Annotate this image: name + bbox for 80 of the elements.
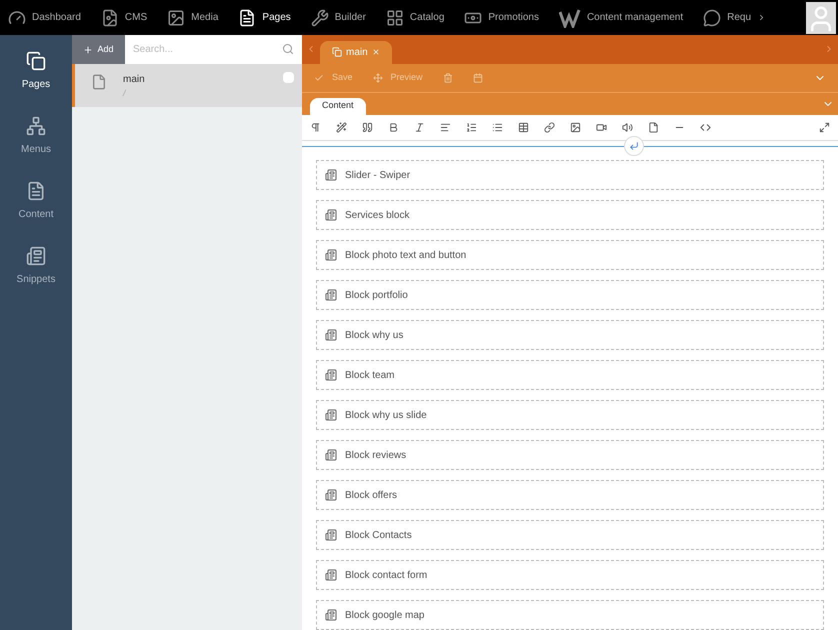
content-tab[interactable]: Content (310, 98, 366, 115)
block-icon (325, 569, 337, 582)
block-icon (325, 449, 337, 462)
file-icon[interactable] (648, 122, 659, 133)
content-block[interactable]: Block why us slide (316, 400, 824, 430)
content-block[interactable]: Block why us (316, 320, 824, 350)
chat-icon (703, 8, 722, 26)
nav-item[interactable]: Catalog (386, 8, 444, 26)
checkbox[interactable] (283, 72, 294, 83)
sidebar-item[interactable]: Snippets (16, 246, 56, 287)
block-icon (325, 169, 337, 182)
sidebar-item[interactable]: Content (18, 181, 54, 222)
quote-icon[interactable] (362, 122, 373, 133)
content-block[interactable]: Slider - Swiper (316, 160, 824, 190)
content-block[interactable]: Block Contacts (316, 520, 824, 550)
fullscreen-icon[interactable] (819, 122, 830, 133)
document-icon (238, 8, 256, 26)
nav-item[interactable]: Builder (310, 8, 366, 26)
block-icon (325, 489, 337, 502)
add-button[interactable]: Add (72, 35, 125, 64)
grid-icon (386, 8, 404, 26)
pages-icon (332, 47, 342, 58)
content-block[interactable]: Block portfolio (316, 280, 824, 310)
block-icon (325, 529, 337, 542)
list-icon[interactable] (492, 122, 503, 133)
image-icon[interactable] (570, 122, 581, 133)
italic-icon[interactable] (414, 122, 425, 133)
content-block[interactable]: Block contact form (316, 560, 824, 590)
sidebar-item[interactable]: Pages (22, 51, 50, 92)
page-title: main (123, 73, 146, 87)
move-icon (372, 72, 383, 83)
block-icon (325, 289, 337, 302)
paragraph-icon[interactable] (310, 122, 321, 133)
video-icon[interactable] (596, 122, 607, 133)
content-block[interactable]: Block reviews (316, 440, 824, 470)
bold-icon[interactable] (388, 122, 399, 133)
sidebar-item[interactable]: Menus (20, 116, 51, 157)
check-icon (314, 72, 324, 83)
newspaper-icon (26, 246, 46, 266)
close-icon[interactable] (372, 48, 380, 56)
code-icon[interactable] (700, 122, 711, 133)
wand-icon[interactable] (336, 122, 347, 133)
document-icon (100, 8, 119, 26)
document-icon (91, 74, 107, 90)
nav-item[interactable]: Media (167, 8, 218, 26)
content-block[interactable]: Block photo text and button (316, 240, 824, 270)
search-icon (282, 43, 294, 55)
content-block[interactable]: Services block (316, 200, 824, 230)
w-logo-icon (558, 8, 581, 28)
block-icon (325, 609, 337, 622)
nav-item[interactable]: Requ (703, 8, 766, 26)
nav-item[interactable]: Pages (238, 8, 291, 26)
sitemap-icon (26, 116, 46, 136)
content-block[interactable]: Block offers (316, 480, 824, 510)
page-path: / (123, 87, 128, 100)
page-list-item[interactable]: main / (72, 64, 302, 107)
document-icon (26, 181, 46, 201)
block-icon (325, 209, 337, 222)
block-icon (325, 249, 337, 262)
block-icon (325, 409, 337, 422)
avatar[interactable] (806, 2, 836, 34)
pages-icon (26, 51, 46, 71)
content-block[interactable]: Block team (316, 360, 824, 390)
wrench-icon (310, 8, 329, 26)
table-icon[interactable] (518, 122, 529, 133)
block-icon (325, 329, 337, 342)
nav-item[interactable]: CMS (100, 8, 148, 26)
volume-icon[interactable] (622, 122, 633, 133)
content-block[interactable]: Block google map (316, 600, 824, 630)
align-icon[interactable] (440, 122, 451, 133)
block-icon (325, 369, 337, 382)
nav-item[interactable]: Promotions (464, 8, 539, 26)
search-field[interactable]: Search... (125, 35, 302, 64)
nav-item[interactable]: Content management (558, 8, 684, 28)
nav-item[interactable]: Dashboard (8, 8, 81, 26)
ordered-list-icon[interactable] (466, 122, 477, 133)
plus-icon (83, 44, 94, 54)
link-icon[interactable] (544, 122, 555, 133)
gauge-icon (8, 8, 26, 26)
picture-icon (167, 8, 186, 26)
